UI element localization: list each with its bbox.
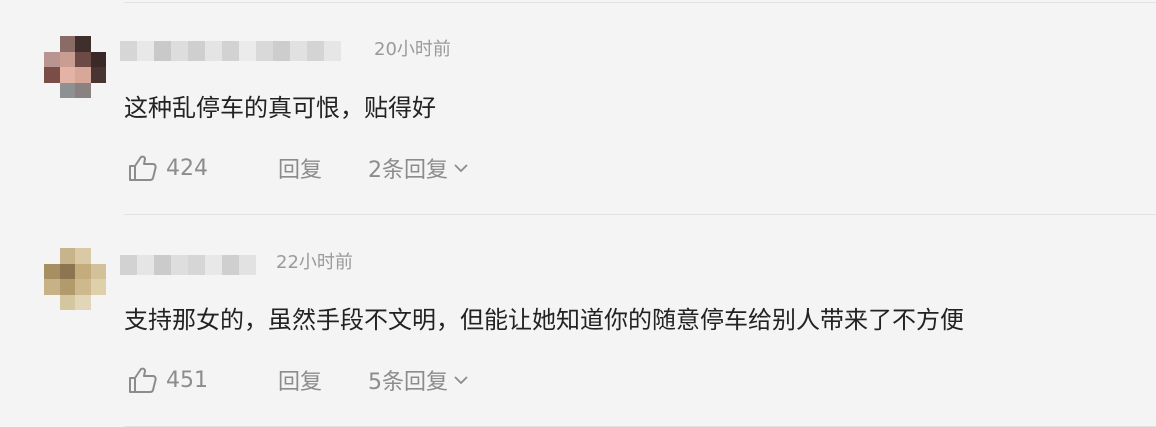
replies-count-label: 5条回复 — [368, 370, 448, 395]
avatar[interactable] — [44, 36, 106, 98]
avatar-pixel — [90, 67, 106, 83]
reply-button[interactable]: 回复 — [278, 152, 368, 184]
avatar-pixel — [75, 248, 91, 264]
thumbs-up-icon — [129, 367, 157, 393]
username-block — [137, 41, 154, 61]
comment-text: 这种乱停车的真可恨，贴得好 — [124, 94, 436, 122]
avatar-pixel — [44, 82, 60, 98]
comment-text: 支持那女的，虽然手段不文明，但能让她知道你的随意停车给别人带来了不方便 — [124, 306, 964, 334]
username-block — [171, 255, 188, 275]
avatar-pixel — [90, 51, 106, 67]
comment-timestamp: 20小时前 — [374, 39, 451, 60]
view-replies-button[interactable]: 5条回复 — [368, 364, 468, 396]
username-block — [120, 255, 137, 275]
like-button[interactable]: 424 — [128, 154, 278, 182]
username-block — [222, 255, 239, 275]
username-blurred[interactable] — [120, 252, 256, 278]
avatar-pixel — [90, 248, 106, 264]
username-block — [273, 41, 290, 61]
username-block — [137, 255, 154, 275]
avatar-pixel — [59, 294, 75, 310]
chevron-down-icon — [454, 376, 468, 385]
comment-actions: 451 回复 5条回复 — [128, 364, 468, 396]
avatar-pixel — [59, 36, 75, 52]
comment-timestamp: 22小时前 — [276, 252, 353, 273]
avatar-pixel — [59, 67, 75, 83]
username-block — [290, 41, 307, 61]
avatar-pixel — [90, 36, 106, 52]
avatar-pixel — [44, 51, 60, 67]
avatar-pixel — [90, 263, 106, 279]
avatar-pixel — [75, 36, 91, 52]
avatar-pixel — [44, 263, 60, 279]
avatar-pixel — [75, 263, 91, 279]
avatar-pixel — [59, 279, 75, 295]
divider — [124, 2, 1156, 3]
comment-feed: 20小时前 这种乱停车的真可恨，贴得好 424 回复 2条回复 22小时前 支持… — [0, 0, 1156, 427]
username-blurred[interactable] — [120, 38, 341, 64]
avatar-pixel — [75, 294, 91, 310]
like-count: 424 — [166, 155, 208, 181]
view-replies-button[interactable]: 2条回复 — [368, 152, 468, 184]
thumbs-up-icon — [129, 155, 157, 181]
username-block — [205, 255, 222, 275]
avatar-pixel — [44, 294, 60, 310]
avatar-pixel — [59, 82, 75, 98]
avatar-pixel — [75, 67, 91, 83]
username-block — [188, 255, 205, 275]
username-block — [120, 41, 137, 61]
avatar-pixel — [59, 51, 75, 67]
avatar-pixel — [44, 279, 60, 295]
chevron-down-icon — [454, 164, 468, 173]
username-block — [239, 255, 256, 275]
avatar-pixel — [75, 82, 91, 98]
username-block — [307, 41, 324, 61]
avatar-pixel — [90, 294, 106, 310]
avatar-pixel — [75, 279, 91, 295]
reply-button[interactable]: 回复 — [278, 364, 368, 396]
avatar-pixel — [44, 67, 60, 83]
username-block — [205, 41, 222, 61]
avatar[interactable] — [44, 248, 106, 310]
avatar-pixel — [44, 248, 60, 264]
divider — [124, 214, 1156, 215]
username-block — [222, 41, 239, 61]
avatar-pixel — [59, 248, 75, 264]
username-block — [324, 41, 341, 61]
replies-count-label: 2条回复 — [368, 158, 448, 183]
like-count: 451 — [166, 367, 208, 393]
username-block — [154, 255, 171, 275]
avatar-pixel — [59, 263, 75, 279]
username-block — [188, 41, 205, 61]
avatar-pixel — [90, 279, 106, 295]
username-block — [239, 41, 256, 61]
username-block — [171, 41, 188, 61]
comment-actions: 424 回复 2条回复 — [128, 152, 468, 184]
avatar-pixel — [75, 51, 91, 67]
username-block — [256, 41, 273, 61]
username-block — [154, 41, 171, 61]
like-button[interactable]: 451 — [128, 366, 278, 394]
avatar-pixel — [44, 36, 60, 52]
avatar-pixel — [90, 82, 106, 98]
